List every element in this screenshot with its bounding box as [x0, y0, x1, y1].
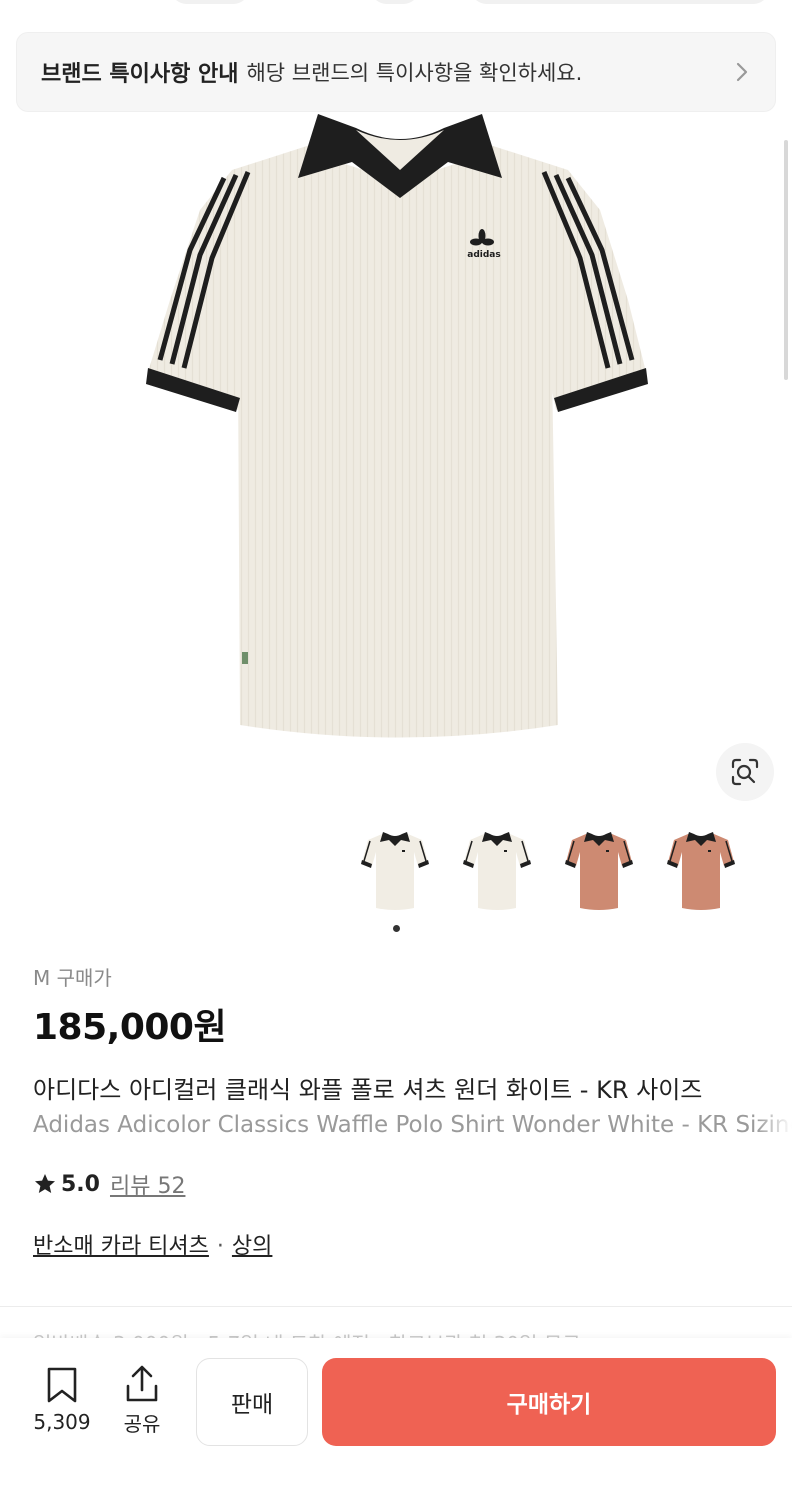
thumbnail-4[interactable]: [656, 822, 746, 918]
size-price-label: M 구매가: [33, 966, 112, 990]
section-divider: [0, 1306, 792, 1307]
top-tabs-stub: [0, 0, 792, 6]
scrollbar[interactable]: [784, 140, 788, 380]
top-pill-1[interactable]: [170, 0, 250, 4]
review-link[interactable]: 리뷰 52: [110, 1168, 185, 1200]
star-icon: [35, 1174, 55, 1193]
title-fade: [756, 1066, 792, 1146]
carousel-indicator-dot: [393, 925, 400, 932]
thumbnail-shirt-icon: [361, 832, 429, 910]
notice-text: 해당 브랜드의 특이사항을 확인하세요.: [246, 61, 583, 85]
sell-button[interactable]: 판매: [196, 1358, 308, 1446]
category-link-short-sleeve-collar[interactable]: 반소매 카라 티셔츠: [33, 1234, 209, 1259]
category-breadcrumb: 반소매 카라 티셔츠 · 상의: [33, 1228, 272, 1260]
brand-notice-banner[interactable]: 브랜드 특이사항 안내 해당 브랜드의 특이사항을 확인하세요.: [16, 32, 776, 112]
notice-title: 브랜드 특이사항 안내: [41, 62, 239, 87]
chevron-right-icon: [736, 62, 748, 82]
bookmark-button[interactable]: 5,309: [24, 1358, 100, 1448]
category-separator: ·: [216, 1234, 224, 1259]
thumbnail-3[interactable]: [554, 822, 644, 918]
thumbnail-shirt-icon: [565, 832, 633, 910]
rating-row: 5.0 리뷰 52: [33, 1168, 185, 1200]
top-pill-3[interactable]: [470, 0, 770, 4]
thumbnail-strip: [350, 822, 770, 922]
image-search-button[interactable]: [716, 743, 774, 801]
share-icon: [126, 1365, 158, 1402]
product-image[interactable]: [0, 112, 792, 812]
category-link-top[interactable]: 상의: [232, 1234, 272, 1259]
lens-search-icon: [731, 758, 759, 786]
bottom-action-bar: 5,309 공유 판매 구매하기: [0, 1338, 792, 1500]
top-pill-2[interactable]: [370, 0, 420, 4]
buy-button[interactable]: 구매하기: [322, 1358, 776, 1446]
bookmark-count: 5,309: [33, 1410, 91, 1434]
logo-text: adidas: [467, 250, 501, 260]
thumbnail-shirt-icon: [463, 832, 531, 910]
thumbnail-1[interactable]: [350, 822, 440, 918]
thumbnail-2[interactable]: [452, 822, 542, 918]
share-label: 공유: [123, 1412, 161, 1436]
product-name-en: Adidas Adicolor Classics Waffle Polo Shi…: [33, 1112, 792, 1138]
thumbnail-shirt-icon: [667, 832, 735, 910]
bookmark-icon: [47, 1367, 77, 1403]
rating-score: 5.0: [61, 1171, 100, 1197]
share-button[interactable]: 공유: [112, 1358, 172, 1448]
product-name-ko: 아디다스 아디컬러 클래식 와플 폴로 셔츠 원더 화이트 - KR 사이즈: [33, 1076, 703, 1104]
product-price: 185,000원: [33, 1007, 227, 1048]
